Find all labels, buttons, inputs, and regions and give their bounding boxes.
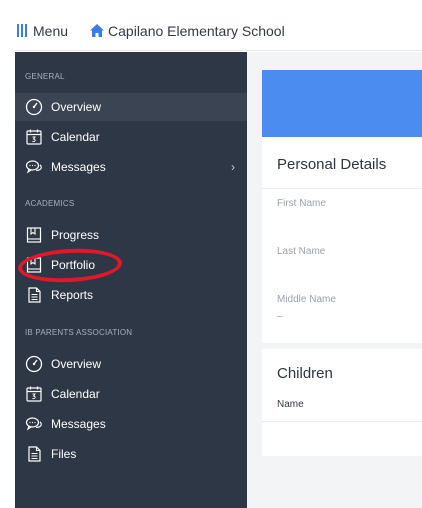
- sidebar: GENERAL Overview Calendar Messages › ACA…: [15, 52, 247, 508]
- sidebar-section-ib-parents-association: IB PARENTS ASSOCIATION: [25, 328, 133, 337]
- children-column-name: Name: [277, 399, 304, 410]
- sidebar-item-files[interactable]: Files: [15, 440, 247, 468]
- personal-details-title: Personal Details: [277, 156, 387, 173]
- chat-bubbles-icon: [25, 158, 43, 176]
- school-name: Capilano Elementary School: [108, 22, 285, 39]
- last-name-label: Last Name: [277, 246, 326, 257]
- home-icon: [90, 24, 105, 37]
- sidebar-item-label: Progress: [51, 228, 100, 242]
- dashboard-gauge-icon: [25, 355, 43, 373]
- app-window: Menu Capilano Elementary School GENERAL …: [0, 0, 422, 508]
- sidebar-item-progress[interactable]: Progress: [15, 221, 247, 249]
- dashboard-gauge-icon: [25, 98, 43, 116]
- menu-label: Menu: [33, 22, 69, 39]
- personal-details-card: Personal Details First Name Last Name Mi…: [262, 70, 422, 343]
- divider: [262, 421, 422, 422]
- document-icon: [25, 445, 43, 463]
- sidebar-item-reports[interactable]: Reports: [15, 281, 247, 309]
- main-content: Personal Details First Name Last Name Mi…: [247, 52, 422, 508]
- middle-name-label: Middle Name: [277, 294, 336, 305]
- sidebar-section-academics: ACADEMICS: [25, 199, 75, 208]
- sidebar-item-overview[interactable]: Overview: [15, 93, 247, 121]
- sidebar-item-label: Messages: [51, 160, 106, 174]
- middle-name-value: –: [277, 311, 283, 322]
- book-icon: [25, 256, 43, 274]
- sidebar-item-messages[interactable]: Messages ›: [15, 153, 247, 181]
- document-icon: [25, 286, 43, 304]
- profile-banner: [262, 70, 422, 137]
- sidebar-item-label: Reports: [51, 288, 94, 302]
- menu-button[interactable]: Menu: [17, 23, 68, 39]
- sidebar-item-overview[interactable]: Overview: [15, 350, 247, 378]
- sidebar-item-calendar[interactable]: Calendar: [15, 123, 247, 151]
- chat-bubbles-icon: [25, 415, 43, 433]
- first-name-label: First Name: [277, 198, 326, 209]
- children-title: Children: [277, 365, 333, 382]
- sidebar-item-label: Overview: [51, 100, 102, 114]
- school-link[interactable]: Capilano Elementary School: [90, 23, 285, 39]
- sidebar-section-general: GENERAL: [25, 72, 65, 81]
- sidebar-item-label: Files: [51, 447, 77, 461]
- book-icon: [25, 226, 43, 244]
- sidebar-item-label: Calendar: [51, 130, 100, 144]
- top-bar: Menu Capilano Elementary School: [15, 11, 422, 51]
- sidebar-item-label: Overview: [51, 357, 102, 371]
- sidebar-item-label: Messages: [51, 417, 106, 431]
- chevron-right-icon: ›: [231, 160, 235, 174]
- sidebar-item-portfolio[interactable]: Portfolio: [15, 251, 247, 279]
- sidebar-item-messages[interactable]: Messages: [15, 410, 247, 438]
- sidebar-item-label: Calendar: [51, 387, 100, 401]
- calendar-icon: [25, 128, 43, 146]
- sidebar-item-calendar[interactable]: Calendar: [15, 380, 247, 408]
- sidebar-item-label: Portfolio: [51, 258, 96, 272]
- hamburger-icon: [17, 24, 27, 37]
- calendar-icon: [25, 385, 43, 403]
- divider: [262, 188, 422, 189]
- children-card: Children Name: [262, 349, 422, 456]
